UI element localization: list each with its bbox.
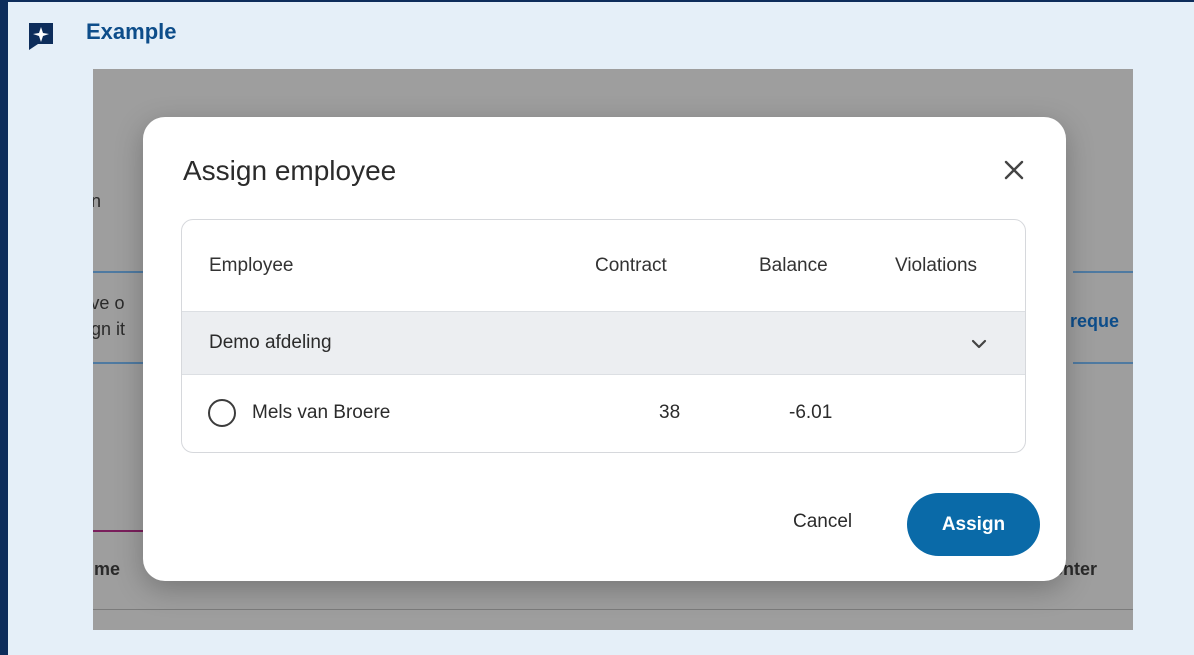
group-row-demo-afdeling[interactable]: Demo afdeling [182, 311, 1025, 375]
background-divider [93, 271, 143, 273]
close-icon[interactable] [997, 153, 1031, 187]
column-header-balance: Balance [759, 255, 828, 276]
background-text: 've o [93, 293, 125, 313]
assign-button[interactable]: Assign [907, 493, 1040, 556]
employee-name: Mels van Broere [252, 402, 391, 423]
employee-radio-button[interactable] [208, 399, 236, 427]
chevron-down-icon[interactable] [965, 330, 993, 358]
employee-table: Employee Contract Balance Violations Dem… [181, 219, 1026, 453]
table-row[interactable]: Mels van Broere 38 -6.01 [182, 375, 1025, 452]
column-header-employee: Employee [209, 255, 294, 276]
background-divider [93, 362, 143, 364]
contract-value: 38 [659, 402, 681, 423]
group-label: Demo afdeling [209, 332, 332, 353]
background-text: time [93, 559, 121, 579]
background-divider [1073, 271, 1133, 273]
sparkle-icon [29, 23, 53, 50]
background-divider [93, 609, 1133, 610]
background-text: ign it [93, 319, 126, 339]
column-header-violations: Violations [895, 255, 978, 276]
balance-value: -6.01 [789, 402, 833, 423]
callout-title: Example [86, 19, 177, 44]
example-callout: Example n 've o ign it e reque time ente… [0, 0, 1194, 655]
dialog-title: Assign employee [183, 155, 397, 186]
callout-top-border [8, 0, 1194, 2]
background-text: n [93, 191, 102, 211]
column-header-contract: Contract [595, 255, 667, 276]
cancel-button[interactable]: Cancel [793, 511, 852, 533]
background-divider [1073, 362, 1133, 364]
assign-employee-dialog: Assign employee Employee Contract Balanc… [143, 117, 1066, 581]
